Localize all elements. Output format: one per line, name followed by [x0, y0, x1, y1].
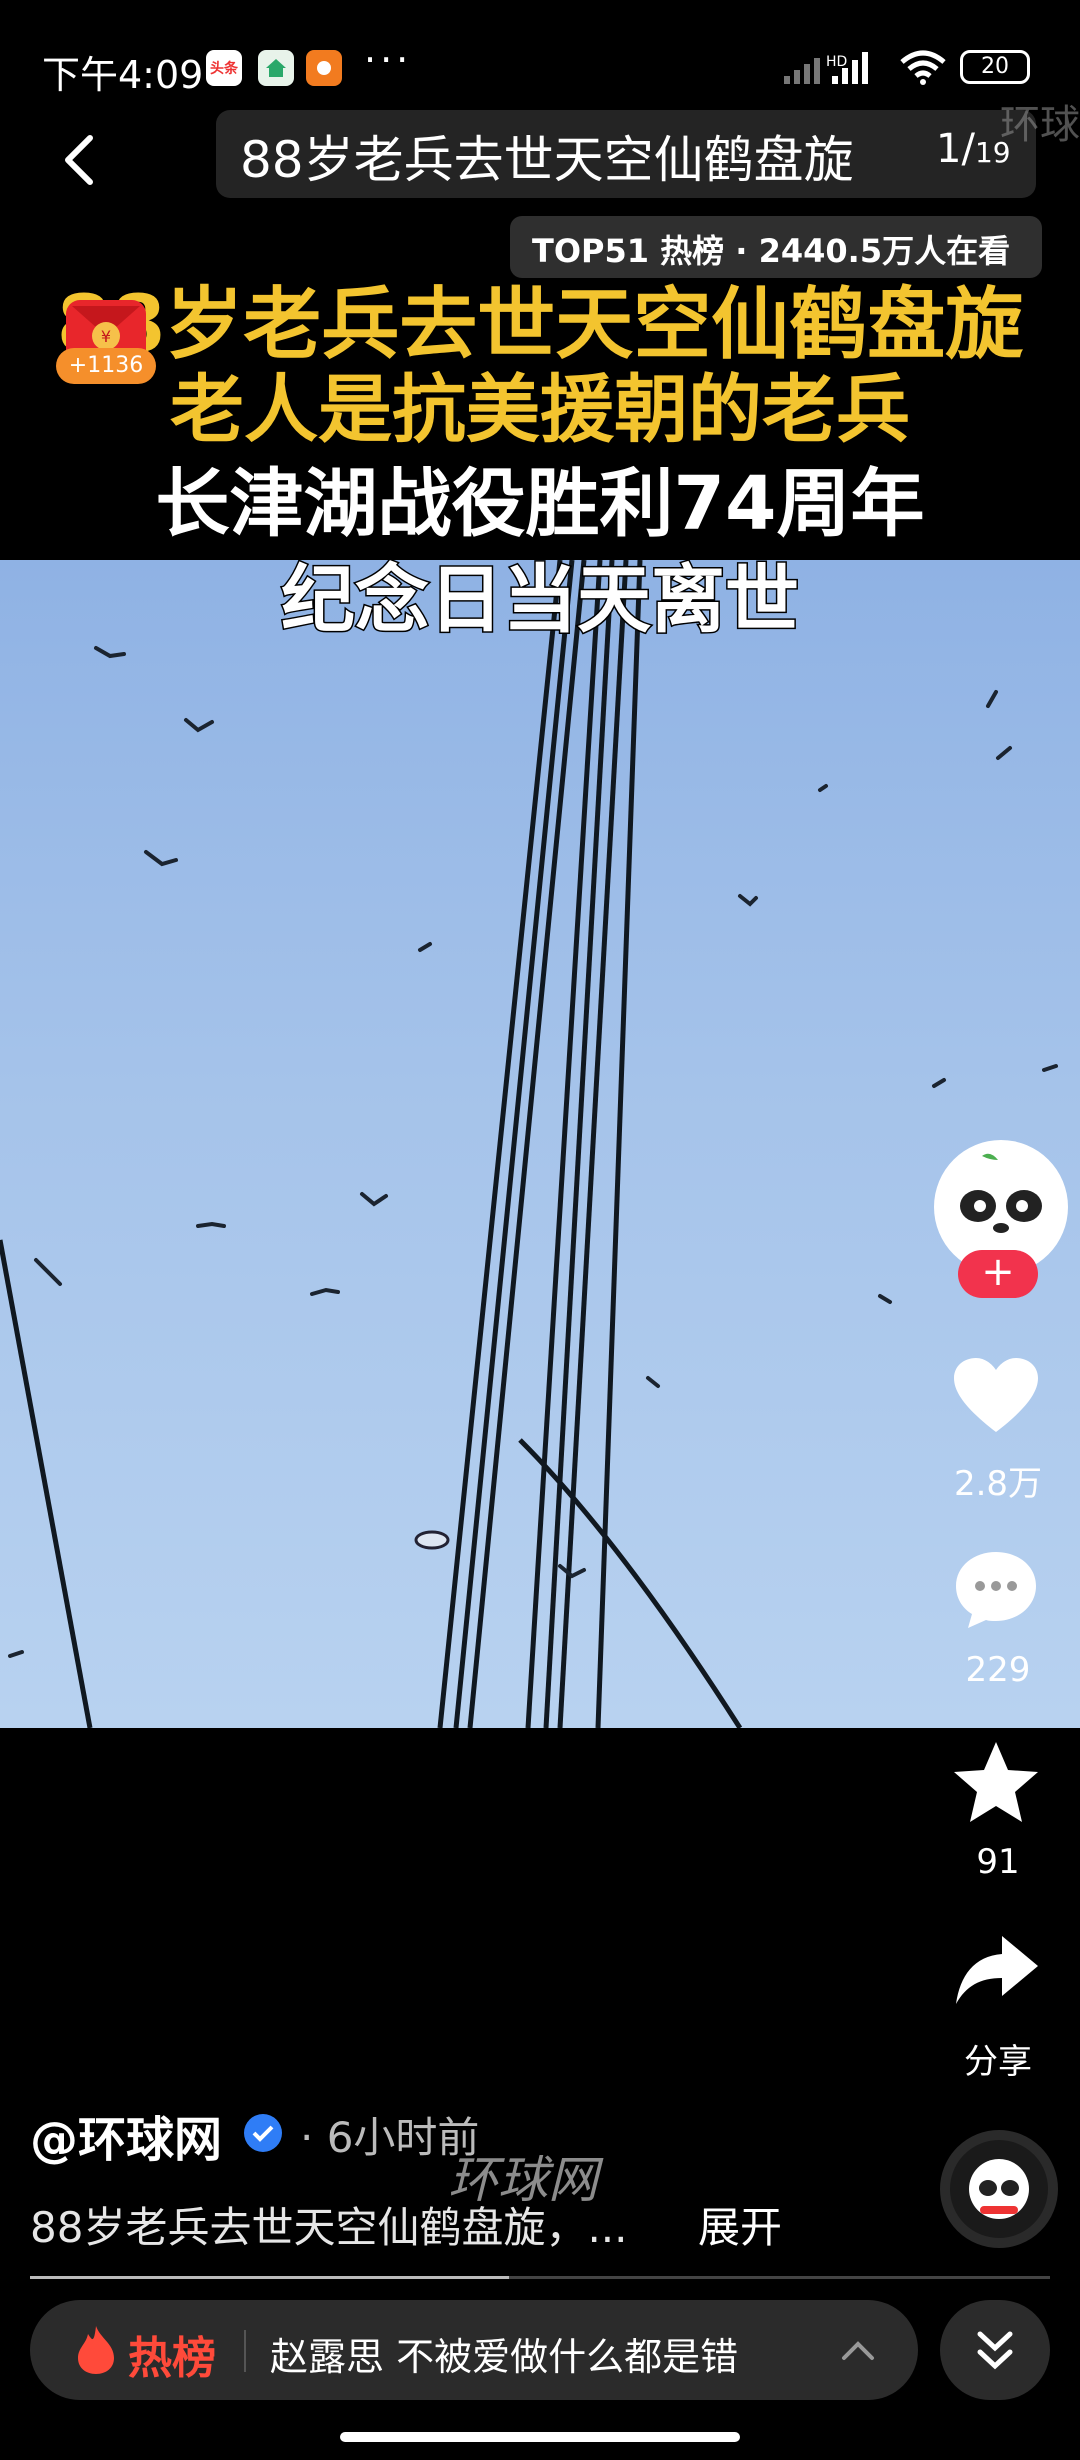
svg-text:¥: ¥: [101, 327, 111, 346]
home-app-icon: [258, 50, 294, 86]
hot-topic-text[interactable]: 赵露思 不被爱做什么都是错: [270, 2326, 738, 2381]
shopping-app-icon: [306, 50, 342, 86]
sky-birds-wires-image: [0, 560, 1058, 1728]
chevron-up-icon[interactable]: [838, 2332, 878, 2368]
caption-line-2: 老人是抗美援朝的老兵: [169, 366, 912, 455]
video-title: 88岁老兵去世天空仙鹤盘旋: [240, 131, 854, 189]
svg-text:HD: HD: [826, 54, 847, 70]
comment-count: 229: [965, 1650, 1031, 1690]
status-time: 下午4:09: [42, 53, 204, 97]
music-disc[interactable]: [940, 2130, 1058, 2248]
expand-link[interactable]: 展开: [698, 2194, 782, 2255]
more-notifications-icon: ···: [364, 38, 413, 82]
favorite-count: 91: [976, 1842, 1020, 1882]
author-handle[interactable]: @环球网: [30, 2100, 222, 2170]
collapse-button[interactable]: [940, 2300, 1050, 2400]
like-count: 2.8万: [953, 1464, 1043, 1504]
signal-icon: HD: [784, 52, 868, 84]
comment-icon[interactable]: [952, 1548, 1040, 1630]
page-current: 1/: [936, 126, 975, 172]
video-frame[interactable]: [0, 560, 1080, 1728]
panda-disc-icon: [969, 2159, 1029, 2219]
video-description: 88岁老兵去世天空仙鹤盘旋，...: [30, 2203, 628, 2252]
toutiao-app-icon: 头条: [206, 50, 242, 86]
caption-line-3: 长津湖战役胜利74周年: [154, 460, 926, 549]
home-indicator[interactable]: [340, 2432, 740, 2442]
follow-button[interactable]: +: [958, 1250, 1038, 1298]
favorite-star-icon[interactable]: [952, 1740, 1040, 1824]
hot-bar-divider: [244, 2330, 246, 2372]
share-arrow-icon[interactable]: [952, 1932, 1040, 2006]
hot-list-label: 热榜: [128, 2333, 216, 2384]
channel-watermark: 环球: [1000, 102, 1080, 148]
battery-indicator: 20: [960, 50, 1030, 84]
video-progress-fill: [30, 2276, 510, 2279]
flame-icon: [78, 2326, 114, 2374]
share-label: 分享: [964, 2042, 1032, 2082]
wifi-icon: [900, 50, 946, 85]
double-chevron-down-icon: [977, 2331, 1013, 2370]
red-envelope-count: +1136: [56, 348, 156, 384]
back-button[interactable]: [52, 130, 112, 190]
like-heart-icon[interactable]: [952, 1356, 1040, 1436]
verified-badge-icon: [244, 2114, 282, 2152]
caption-line-4: 纪念日当天离世: [280, 556, 801, 645]
